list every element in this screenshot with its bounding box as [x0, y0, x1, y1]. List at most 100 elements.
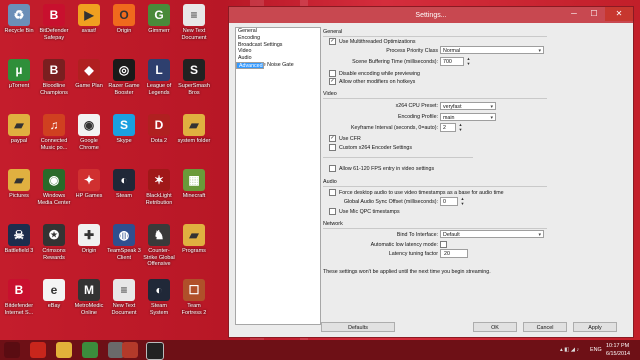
language-indicator[interactable]: ENG: [590, 347, 602, 353]
settings-notice: These settings won't be applied until th…: [323, 269, 491, 275]
shortcut-label: TeamSpeak 3 Client: [107, 248, 141, 261]
desktop-shortcut[interactable]: ✶ BlackLight Retribution: [142, 169, 176, 206]
desktop-shortcut[interactable]: L League of Legends: [142, 59, 176, 96]
desktop-shortcut[interactable]: ✪ Crimsons Rewards: [37, 224, 71, 261]
desktop-shortcut[interactable]: B Bloodline Champions: [37, 59, 71, 96]
shortcut-label: Razer Game Booster: [108, 83, 140, 96]
process-priority-select[interactable]: Normal ▾: [440, 46, 544, 54]
desktop-shortcut[interactable]: ♫ Connected Music po...: [37, 114, 71, 151]
shortcut-icon: ◍: [113, 224, 135, 246]
opera-taskbar-icon[interactable]: [30, 342, 46, 358]
tray-icons[interactable]: ▴ ◧ ◢ ♪: [560, 347, 579, 353]
global-sync-offset-label: Global Audio Sync Offset (milliseconds):: [343, 199, 438, 205]
auto-low-latency-checkbox[interactable]: [440, 241, 447, 248]
file-explorer-taskbar-icon[interactable]: [56, 342, 72, 358]
desktop-shortcut[interactable]: O Origin: [107, 4, 141, 35]
scene-buffering-input[interactable]: 700 ▲ ▼: [440, 56, 470, 66]
nav-item-general[interactable]: General: [236, 28, 320, 35]
ok-button[interactable]: OK: [473, 322, 517, 332]
chevron-down-icon: ▾: [490, 115, 493, 121]
keyframe-interval-input[interactable]: 2 ▲ ▼: [440, 122, 462, 132]
cancel-button[interactable]: Cancel: [523, 322, 567, 332]
minimize-icon[interactable]: ─: [565, 7, 583, 21]
desktop-shortcut[interactable]: ◍ TeamSpeak 3 Client: [107, 224, 141, 261]
desktop-shortcut[interactable]: ☐ Team Fortress 2: [177, 279, 211, 316]
desktop-shortcut[interactable]: ✦ HP Games: [72, 169, 106, 200]
obs-taskbar-icon[interactable]: [146, 342, 164, 360]
close-icon[interactable]: ✕: [605, 7, 633, 21]
desktop-shortcut[interactable]: ☠ Battlefield 3: [2, 224, 36, 255]
force-desktop-audio-checkbox[interactable]: Force desktop audio to use video timesta…: [329, 189, 504, 196]
nav-item-advanced[interactable]: Advanced: [236, 61, 264, 69]
shortcut-icon: ✦: [78, 169, 100, 191]
checkbox-box: [329, 208, 336, 215]
use-multithreaded-checkbox[interactable]: ✓ Use Multithreaded Optimizations: [329, 38, 416, 45]
shortcut-label: Pictures: [9, 193, 29, 199]
desktop-shortcut[interactable]: ◐ Steam System: [142, 279, 176, 316]
use-cfr-checkbox[interactable]: ✓ Use CFR: [329, 135, 361, 142]
bind-interface-select[interactable]: Default ▾: [440, 230, 544, 238]
allow-other-modifiers-checkbox[interactable]: ✓ Allow other modifiers on hotkeys: [329, 78, 415, 85]
desktop-shortcut[interactable]: ♻ Recycle Bin: [2, 4, 36, 35]
desktop-shortcut[interactable]: B Bitdefender Internet S...: [2, 279, 36, 316]
custom-x264-checkbox[interactable]: Custom x264 Encoder Settings: [329, 144, 412, 151]
checkbox-box: ✓: [329, 38, 336, 45]
defaults-button[interactable]: Defaults: [321, 322, 395, 332]
clock-date[interactable]: 6/15/2014: [606, 351, 630, 357]
desktop-shortcut[interactable]: ♞ Counter-Strike Global Offensive: [142, 224, 176, 268]
desktop-shortcut[interactable]: e eBay: [37, 279, 71, 310]
desktop-shortcut[interactable]: ◎ Razer Game Booster: [107, 59, 141, 96]
desktop-shortcut[interactable]: ◐ Steam: [107, 169, 141, 200]
x264-preset-select[interactable]: veryfast ▾: [440, 102, 496, 110]
latency-tuning-input[interactable]: 20: [440, 249, 468, 258]
encoding-profile-select[interactable]: main ▾: [440, 113, 496, 121]
desktop-shortcut[interactable]: ▰ Pictures: [2, 169, 36, 200]
spinner-arrows-icon[interactable]: ▲ ▼: [459, 196, 466, 206]
apply-button[interactable]: Apply: [573, 322, 617, 332]
minecraft-taskbar-icon[interactable]: [82, 342, 98, 358]
divider: [323, 228, 547, 229]
spin-value: 0: [443, 199, 446, 205]
global-sync-offset-input[interactable]: 0 ▲ ▼: [440, 196, 464, 206]
desktop-shortcut[interactable]: ▦ Minecraft: [177, 169, 211, 200]
desktop-shortcut[interactable]: ≡ New Text Document: [177, 4, 211, 41]
spinner-arrows-icon[interactable]: ▲ ▼: [465, 56, 472, 66]
shortcut-icon: ☐: [183, 279, 205, 301]
disable-encoding-preview-checkbox[interactable]: Disable encoding while previewing: [329, 70, 420, 77]
start-button[interactable]: [4, 342, 20, 358]
section-heading-general: General: [323, 29, 343, 35]
spinner-arrows-icon[interactable]: ▲ ▼: [457, 122, 464, 132]
allow-61-120-fps-checkbox[interactable]: Allow 61-120 FPS entry in video settings: [329, 165, 434, 172]
desktop-shortcut[interactable]: ◉ Google Chrome: [72, 114, 106, 151]
nav-item-video[interactable]: Video: [236, 48, 320, 55]
shortcut-label: MetroMedic Online: [74, 303, 104, 316]
nav-item-encoding[interactable]: Encoding: [236, 35, 320, 42]
desktop-shortcut[interactable]: ◆ Game Plan: [72, 59, 106, 90]
desktop-shortcut[interactable]: ▶ avast!: [72, 4, 106, 35]
nav-item-broadcast-settings[interactable]: Broadcast Settings: [236, 42, 320, 49]
desktop-shortcut[interactable]: G Gimmerr: [142, 4, 176, 35]
desktop-shortcut[interactable]: M MetroMedic Online: [72, 279, 106, 316]
desktop-shortcut[interactable]: ▰ Programs: [177, 224, 211, 255]
desktop-shortcut[interactable]: ▰ system folder: [177, 114, 211, 145]
desktop-shortcut[interactable]: ✚ Origin: [72, 224, 106, 255]
desktop-shortcut[interactable]: µ µTorrent: [2, 59, 36, 90]
window-titlebar[interactable]: Settings... ─ ☐ ✕: [229, 7, 633, 23]
desktop-shortcut[interactable]: B BitDefender Safepay: [37, 4, 71, 41]
nav-item-audio[interactable]: Audio: [236, 55, 320, 62]
desktop-shortcut[interactable]: ◉ Windows Media Center: [37, 169, 71, 206]
use-mic-qpc-checkbox[interactable]: Use Mic QPC timestamps: [329, 208, 400, 215]
maximize-icon[interactable]: ☐: [585, 7, 603, 21]
desktop-shortcut[interactable]: S Skype: [107, 114, 141, 145]
desktop-shortcut[interactable]: D Dota 2: [142, 114, 176, 145]
custom-x264-input-line[interactable]: [323, 157, 473, 158]
shortcut-label: Counter-Strike Global Offensive: [143, 248, 175, 267]
checkbox-label: Force desktop audio to use video timesta…: [339, 189, 504, 196]
shortcut-label: Minecraft: [182, 193, 206, 199]
desktop-shortcut[interactable]: ≡ New Text Document: [107, 279, 141, 316]
chevron-down-icon: ▾: [538, 232, 541, 238]
desktop-shortcut[interactable]: S SuperSmash Bros: [177, 59, 211, 96]
desktop-shortcut[interactable]: ▰ paypal: [2, 114, 36, 145]
clock-time[interactable]: 10:17 PM: [606, 343, 629, 349]
app-taskbar-icon[interactable]: [122, 342, 138, 358]
